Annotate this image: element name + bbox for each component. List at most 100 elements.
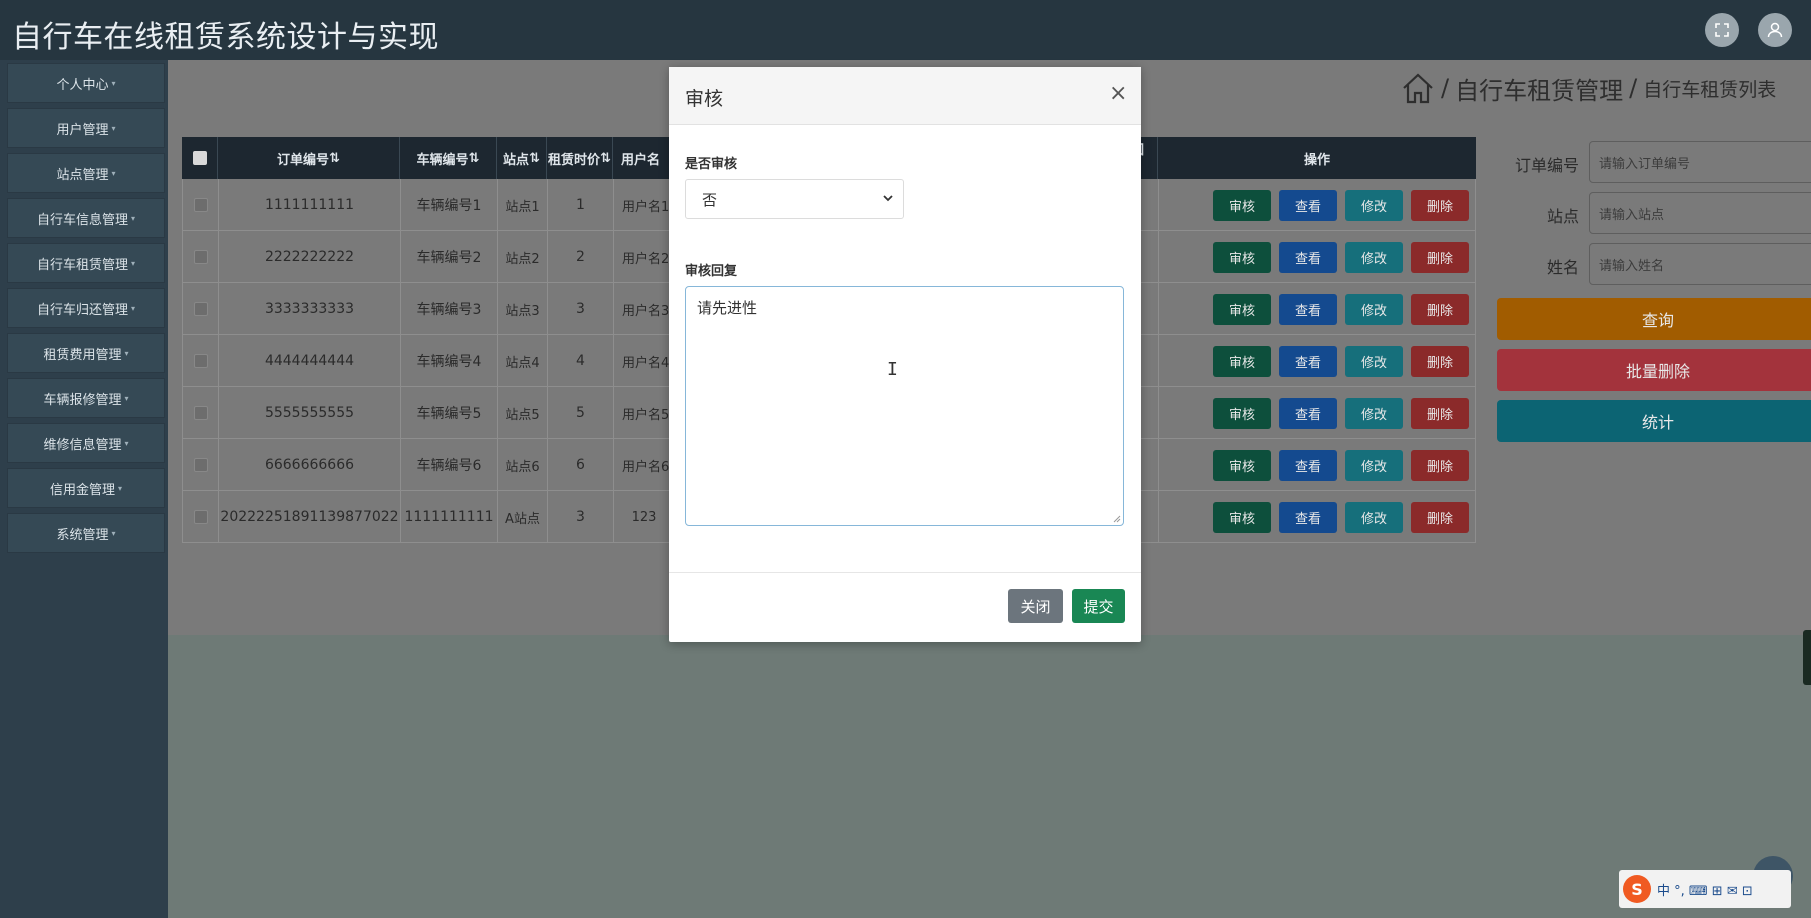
sidebar-item-label: 维修信息管理 [43, 437, 122, 453]
row-checkbox[interactable] [193, 458, 208, 472]
sidebar: 个人中心 ▾ 用户管理 ▾ 站点管理 ▾ 自行车信息管理 ▾ 自行车租赁管理 ▾ 自行车归… [0, 60, 168, 918]
sidebar-item-users[interactable]: 用户管理 ▾ [7, 108, 165, 148]
view-button[interactable]: 查看 [1279, 346, 1337, 377]
delete-button[interactable]: 删除 [1411, 346, 1469, 377]
edit-button[interactable]: 修改 [1345, 502, 1403, 533]
view-button[interactable]: 查看 [1279, 502, 1337, 533]
edit-button[interactable]: 修改 [1345, 242, 1403, 273]
close-icon[interactable]: × [1109, 81, 1127, 106]
edit-button[interactable]: 修改 [1345, 450, 1403, 481]
select-all-checkbox[interactable] [192, 151, 207, 165]
edit-button[interactable]: 修改 [1345, 398, 1403, 429]
sidebar-item-rental-fees[interactable]: 租赁费用管理 ▾ [7, 333, 165, 373]
audit-button[interactable]: 审核 [1213, 502, 1271, 533]
view-button[interactable]: 查看 [1279, 242, 1337, 273]
submit-button[interactable]: 提交 [1072, 589, 1125, 623]
cell-order-no: 2222222222 [219, 231, 401, 283]
view-button[interactable]: 查看 [1279, 398, 1337, 429]
audit-button[interactable]: 审核 [1213, 190, 1271, 221]
cell-order-no: 20222251891139877022 [219, 491, 401, 543]
close-button[interactable]: 关闭 [1008, 589, 1063, 623]
row-checkbox[interactable] [193, 354, 208, 368]
column-order-no[interactable]: 订单编号 ⇅ [218, 137, 400, 179]
delete-button[interactable]: 删除 [1411, 502, 1469, 533]
cell-username: 用户名4 [622, 355, 670, 371]
cell-bike-no: 车辆编号6 [401, 439, 498, 491]
cell-bike-no: 车辆编号5 [401, 387, 498, 439]
caret-down-icon: ▾ [131, 303, 136, 313]
audit-status-label: 是否审核 [685, 157, 738, 172]
name-label: 姓名 [1546, 258, 1579, 277]
delete-button[interactable]: 删除 [1411, 294, 1469, 325]
cell-rent-hours: 3 [548, 283, 614, 335]
column-bike-no[interactable]: 车辆编号 ⇅ [400, 137, 497, 179]
audit-button[interactable]: 审核 [1213, 242, 1271, 273]
delete-button[interactable]: 删除 [1411, 398, 1469, 429]
station-search-input[interactable]: 请输入站点 [1589, 192, 1811, 234]
text-cursor-icon: I [887, 359, 898, 380]
batch-delete-button[interactable]: 批量删除 [1497, 349, 1811, 391]
column-rent-hours[interactable]: 租赁时价 ⇅ [547, 137, 613, 179]
sogou-logo-icon[interactable]: S [1623, 875, 1651, 903]
delete-button[interactable]: 删除 [1411, 242, 1469, 273]
audit-button[interactable]: 审核 [1213, 346, 1271, 377]
cell-bike-no: 1111111111 [401, 491, 498, 543]
sidebar-item-deposits[interactable]: 信用金管理 ▾ [7, 468, 165, 508]
row-checkbox[interactable] [193, 198, 208, 212]
edit-button[interactable]: 修改 [1345, 190, 1403, 221]
cell-station: A站点 [498, 491, 548, 543]
order-no-search-input[interactable]: 请输入订单编号 [1589, 141, 1811, 183]
sidebar-item-bike-return[interactable]: 自行车归还管理 ▾ [7, 288, 165, 328]
audit-status-select[interactable]: 否 [685, 179, 904, 219]
ime-status-text[interactable]: 中 °, ⌨ ⊞ ✉ ⊡ [1657, 880, 1753, 899]
row-checkbox[interactable] [193, 250, 208, 264]
view-button[interactable]: 查看 [1279, 450, 1337, 481]
row-checkbox[interactable] [193, 302, 208, 316]
sidebar-item-bike-info[interactable]: 自行车信息管理 ▾ [7, 198, 165, 238]
user-avatar-icon[interactable] [1758, 13, 1792, 47]
delete-button[interactable]: 删除 [1411, 190, 1469, 221]
sort-icon: ⇅ [468, 150, 480, 166]
ime-toolbar: S 中 °, ⌨ ⊞ ✉ ⊡ [1619, 870, 1791, 908]
sidebar-item-repair-reports[interactable]: 车辆报修管理 ▾ [7, 378, 165, 418]
audit-button[interactable]: 审核 [1213, 294, 1271, 325]
delete-button[interactable]: 删除 [1411, 450, 1469, 481]
column-username[interactable]: 用户名 [613, 137, 673, 179]
row-checkbox[interactable] [193, 406, 208, 420]
home-icon[interactable] [1401, 71, 1435, 105]
query-button[interactable]: 查询 [1497, 298, 1811, 340]
breadcrumb-page: 自行车租赁列表 [1643, 78, 1777, 101]
sidebar-item-label: 站点管理 [56, 167, 109, 183]
sidebar-item-stations[interactable]: 站点管理 ▾ [7, 153, 165, 193]
audit-reply-textarea[interactable]: 请先进性 [685, 286, 1124, 526]
cell-rent-hours: 2 [548, 231, 614, 283]
name-search-input[interactable]: 请输入姓名 [1589, 243, 1811, 285]
audit-button[interactable]: 审核 [1213, 398, 1271, 429]
sidebar-item-repair-info[interactable]: 维修信息管理 ▾ [7, 423, 165, 463]
resize-grip-icon[interactable] [1113, 515, 1121, 523]
cell-order-no: 6666666666 [219, 439, 401, 491]
edge-tab[interactable] [1803, 630, 1811, 685]
fullscreen-icon[interactable] [1705, 13, 1739, 47]
breadcrumb-section[interactable]: 自行车租赁管理 [1455, 71, 1623, 106]
edit-button[interactable]: 修改 [1345, 346, 1403, 377]
chevron-down-icon [883, 195, 893, 202]
dialog-title: 审核 [685, 88, 724, 110]
audit-button[interactable]: 审核 [1213, 450, 1271, 481]
view-button[interactable]: 查看 [1279, 190, 1337, 221]
sidebar-item-label: 自行车归还管理 [36, 302, 128, 318]
row-checkbox[interactable] [193, 510, 208, 524]
dialog-header: 审核 × [669, 67, 1141, 125]
column-station[interactable]: 站点 ⇅ [497, 137, 547, 179]
sidebar-item-personal-center[interactable]: 个人中心 ▾ [7, 63, 165, 103]
row-select-cell [183, 491, 219, 543]
dialog-footer: 关闭 提交 [669, 572, 1141, 642]
column-label: 用户名 [621, 152, 661, 168]
view-button[interactable]: 查看 [1279, 294, 1337, 325]
app-title: 自行车在线租赁系统设计与实现 [12, 20, 439, 55]
edit-button[interactable]: 修改 [1345, 294, 1403, 325]
sidebar-item-system[interactable]: 系统管理 ▾ [7, 513, 165, 553]
audit-reply-label: 审核回复 [685, 264, 738, 279]
sidebar-item-bike-rental[interactable]: 自行车租赁管理 ▾ [7, 243, 165, 283]
stats-button[interactable]: 统计 [1497, 400, 1811, 442]
